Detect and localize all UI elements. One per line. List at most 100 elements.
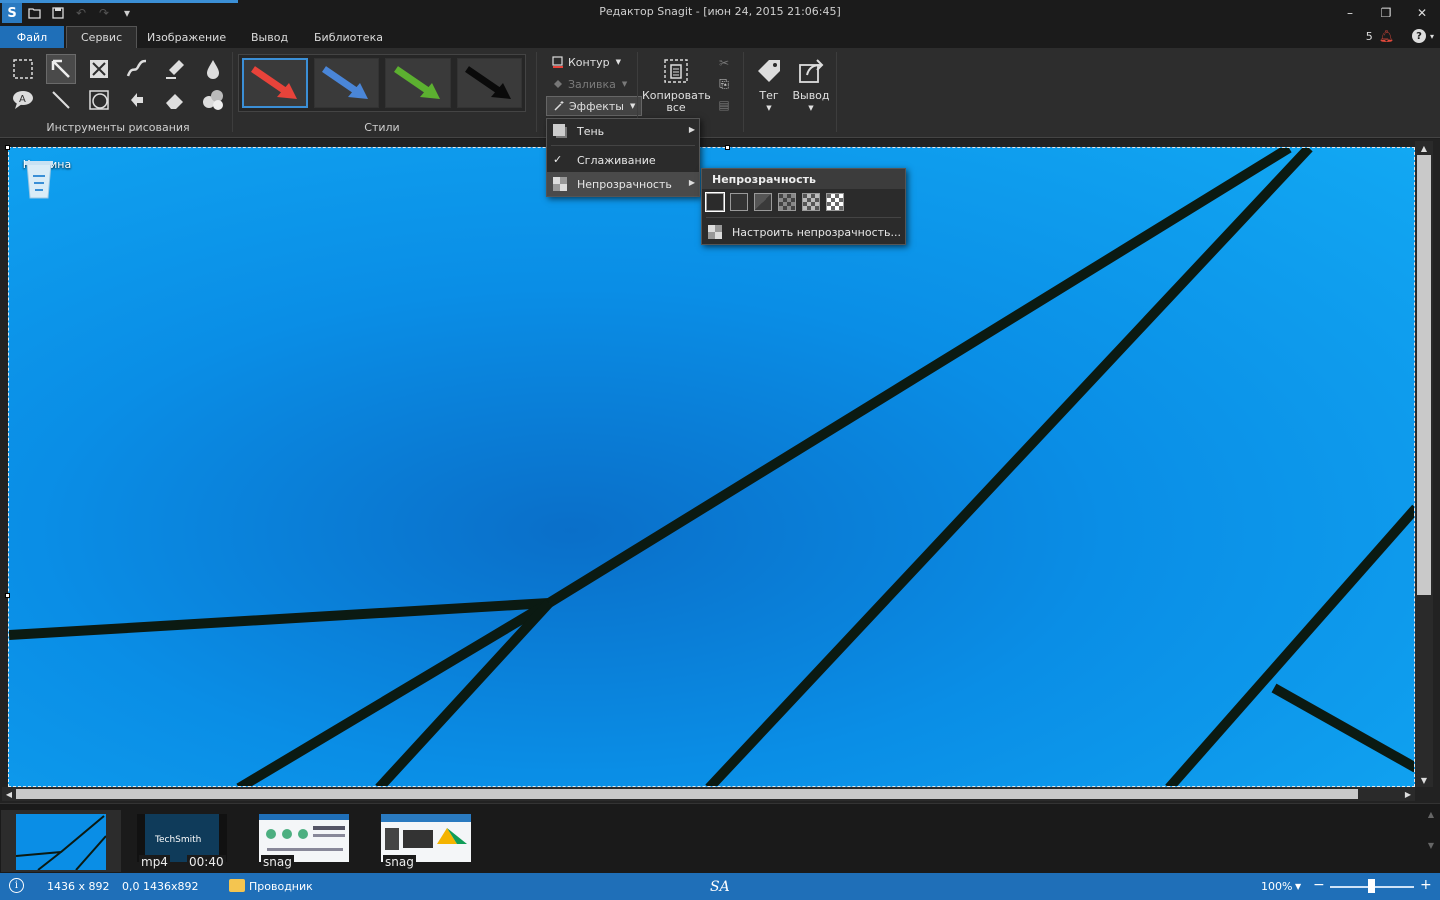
zoom-dropdown-icon[interactable]: ▼ bbox=[1295, 882, 1301, 891]
callout-tool-icon[interactable]: A bbox=[8, 85, 38, 115]
copy-all-button[interactable]: Копировать все bbox=[642, 56, 711, 114]
shape-tool-icon[interactable] bbox=[84, 85, 114, 115]
help-caret-icon: ▾ bbox=[1429, 31, 1434, 41]
opacity-swatch-100[interactable] bbox=[705, 192, 725, 212]
tab-image[interactable]: Изображение bbox=[133, 26, 240, 48]
eraser-tool-icon[interactable] bbox=[160, 85, 190, 115]
menu-item-opacity[interactable]: Непрозрачность ▶ bbox=[547, 172, 699, 196]
checkmark-icon: ✓ bbox=[553, 153, 563, 166]
highlighter-tool-icon[interactable] bbox=[160, 54, 190, 84]
selection-tool-icon[interactable] bbox=[8, 54, 38, 84]
tray-item-type: snag bbox=[383, 855, 416, 869]
tag-label: Тег bbox=[759, 89, 779, 102]
style-arrow-green[interactable] bbox=[385, 58, 451, 108]
clipboard-actions: ✂ ⎘ ▤ bbox=[712, 54, 736, 114]
output-button[interactable]: Вывод ▼ bbox=[791, 56, 831, 114]
cut-icon[interactable]: ✂ bbox=[715, 54, 733, 72]
horizontal-scroll-thumb[interactable] bbox=[16, 789, 1358, 799]
notifications[interactable]: 5 🔔︎ bbox=[1366, 29, 1394, 43]
effects-button[interactable]: Эффекты ▼ bbox=[546, 96, 643, 116]
notification-count: 5 bbox=[1365, 29, 1373, 43]
tab-file[interactable]: Файл bbox=[0, 26, 64, 48]
zoom-out-icon[interactable]: − bbox=[1313, 877, 1325, 893]
vertical-scrollbar[interactable]: ▲ ▼ bbox=[1415, 141, 1433, 787]
resize-handle[interactable] bbox=[5, 593, 10, 598]
horizontal-scrollbar[interactable]: ◀ ▶ bbox=[2, 787, 1415, 801]
pen-tool-icon[interactable] bbox=[122, 54, 152, 84]
tray-item-duration: 00:40 bbox=[187, 855, 226, 869]
styles-gallery bbox=[238, 54, 526, 112]
chevron-down-icon: ▼ bbox=[766, 104, 772, 112]
zoom-level[interactable]: 100% bbox=[1261, 880, 1292, 893]
tray-item-desktop[interactable] bbox=[15, 814, 107, 873]
bell-icon: 🔔︎ bbox=[1378, 29, 1394, 43]
line-tool-icon[interactable] bbox=[46, 85, 76, 115]
step-tool-icon[interactable] bbox=[198, 85, 228, 115]
fill-label: Заливка bbox=[568, 77, 616, 91]
tab-output[interactable]: Вывод bbox=[237, 26, 302, 48]
zoom-in-icon[interactable]: + bbox=[1420, 877, 1432, 893]
chevron-down-icon: ▼ bbox=[621, 80, 628, 88]
scroll-right-icon[interactable]: ▶ bbox=[1401, 787, 1415, 801]
restore-icon[interactable]: ❐ bbox=[1368, 0, 1404, 26]
resize-handle[interactable] bbox=[5, 145, 10, 150]
style-arrow-red[interactable] bbox=[242, 58, 308, 108]
opacity-swatch-40[interactable] bbox=[778, 193, 796, 211]
resize-handle[interactable] bbox=[725, 145, 730, 150]
move-tool-icon[interactable] bbox=[122, 85, 152, 115]
source-app: Проводник bbox=[249, 880, 313, 893]
style-arrow-blue[interactable] bbox=[313, 58, 380, 108]
tray-item-video[interactable]: TechSmith mp4 00:40 bbox=[137, 814, 227, 869]
scroll-down-icon[interactable]: ▼ bbox=[1415, 773, 1433, 787]
scroll-left-icon[interactable]: ◀ bbox=[2, 787, 16, 801]
tray-scroll[interactable]: ▲ ▼ bbox=[1426, 810, 1436, 850]
menu-item-shadow[interactable]: Тень ▶ bbox=[547, 119, 699, 143]
group-divider bbox=[536, 52, 537, 132]
opacity-swatch-0[interactable] bbox=[826, 193, 844, 211]
opacity-swatch-20[interactable] bbox=[802, 193, 820, 211]
group-divider bbox=[743, 52, 744, 132]
zoom-slider-knob[interactable] bbox=[1368, 879, 1375, 893]
window-title: Редактор Snagit - [июн 24, 2015 21:06:45… bbox=[599, 5, 841, 18]
tab-service[interactable]: Сервис bbox=[66, 26, 138, 48]
chevron-down-icon: ▼ bbox=[615, 58, 622, 66]
fill-button[interactable]: Заливка ▼ bbox=[546, 74, 633, 94]
opacity-swatch-60[interactable] bbox=[754, 193, 772, 211]
tray-item-type: snag bbox=[261, 855, 294, 869]
minimize-icon[interactable]: – bbox=[1332, 0, 1368, 26]
paste-icon[interactable]: ▤ bbox=[715, 96, 733, 114]
menu-item-smoothing[interactable]: ✓ Сглаживание bbox=[547, 148, 699, 172]
recycle-bin[interactable]: Корзина bbox=[21, 156, 73, 199]
fill-tool-icon[interactable] bbox=[198, 54, 228, 84]
contour-button[interactable]: Контур ▼ bbox=[546, 52, 627, 72]
menu-item-custom-opacity[interactable]: Настроить непрозрачность... bbox=[702, 220, 905, 244]
tray-scroll-up-icon[interactable]: ▲ bbox=[1428, 810, 1434, 819]
style-arrow-black[interactable] bbox=[456, 58, 523, 108]
info-icon[interactable]: i bbox=[9, 878, 24, 893]
fill-bucket-icon bbox=[554, 80, 562, 88]
share-icon bbox=[796, 56, 826, 86]
vertical-scroll-thumb[interactable] bbox=[1417, 155, 1431, 595]
scroll-up-icon[interactable]: ▲ bbox=[1415, 141, 1433, 155]
shadow-icon bbox=[553, 124, 567, 138]
copy-all-icon bbox=[661, 56, 691, 86]
signature-text: SA bbox=[710, 879, 730, 895]
svg-text:A: A bbox=[19, 94, 26, 105]
tag-icon bbox=[754, 56, 784, 86]
stamp-tool-icon[interactable] bbox=[84, 54, 114, 84]
tab-library[interactable]: Библиотека bbox=[300, 26, 397, 48]
tray-scroll-down-icon[interactable]: ▼ bbox=[1428, 841, 1434, 850]
submenu-arrow-icon: ▶ bbox=[688, 178, 695, 187]
svg-text:TechSmith: TechSmith bbox=[154, 835, 201, 845]
drawing-tools-group: A Инструменты рисования bbox=[6, 48, 230, 138]
styles-label: Стили bbox=[364, 121, 400, 134]
tag-button[interactable]: Тег ▼ bbox=[752, 56, 786, 114]
tray-item-snag-1[interactable]: snag bbox=[259, 814, 351, 869]
copy-icon[interactable]: ⎘ bbox=[715, 75, 733, 93]
help-button[interactable]: ? ▾ bbox=[1411, 29, 1434, 43]
opacity-swatch-80[interactable] bbox=[730, 193, 748, 211]
close-icon[interactable]: ✕ bbox=[1404, 0, 1440, 26]
tray-item-snag-2[interactable]: snag bbox=[381, 814, 473, 869]
ribbon: A Инструменты рисования Стили Контур ▼ З… bbox=[0, 48, 1440, 138]
arrow-tool-icon[interactable] bbox=[46, 54, 76, 84]
